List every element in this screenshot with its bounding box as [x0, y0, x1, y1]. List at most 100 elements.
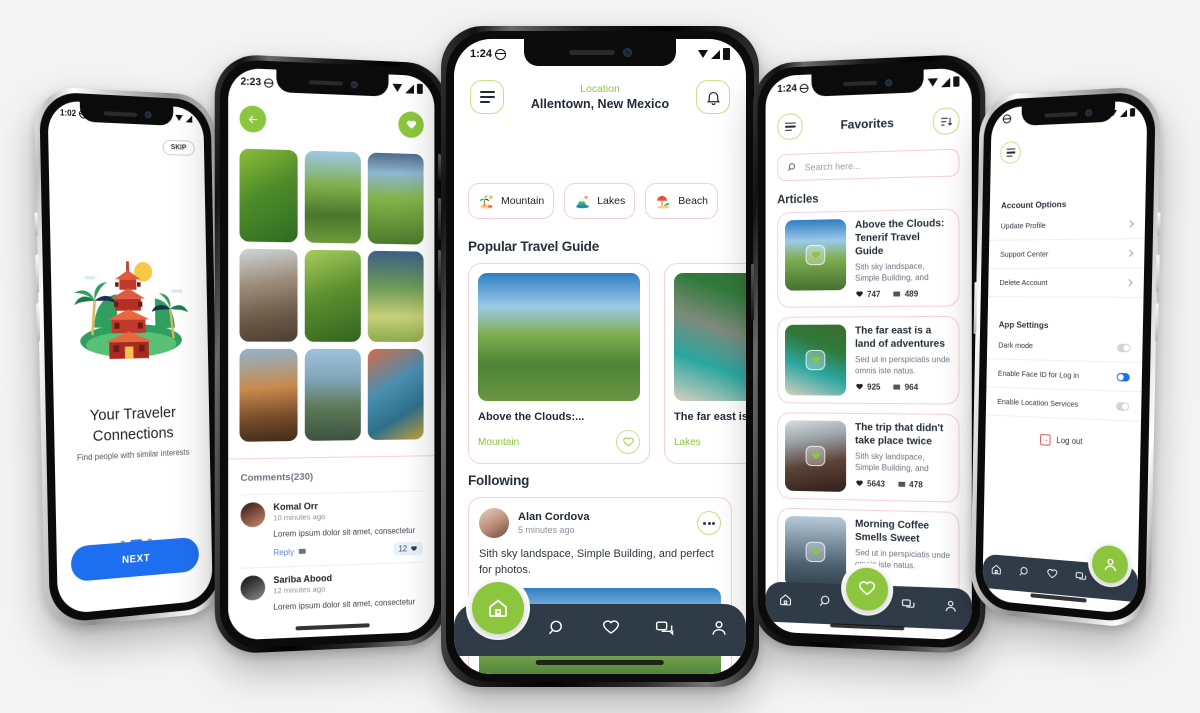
pagoda-palm-island-illustration	[50, 226, 208, 384]
nav-profile-button[interactable]	[943, 598, 958, 619]
menu-button[interactable]	[470, 80, 504, 114]
gallery-item[interactable]	[368, 250, 424, 342]
chip-mountain[interactable]: Mountain	[468, 183, 555, 219]
sort-icon	[939, 114, 952, 128]
phone1-mute-button[interactable]	[34, 212, 38, 236]
gallery-item[interactable]	[304, 348, 362, 441]
signal-icon	[711, 49, 720, 59]
article-card[interactable]: Above the Clouds: Tenerif Travel Guide S…	[777, 208, 960, 308]
category-chips[interactable]: Mountain Lakes Beach	[468, 183, 746, 219]
favorites-fab-button[interactable]	[846, 567, 889, 612]
phone1-screen: 1:02 SKIP Your Traveler Connections Find…	[47, 100, 213, 615]
article-card[interactable]: The trip that didn't take place twice Si…	[777, 412, 960, 503]
article-card[interactable]: The far east is a land of adventures Sed…	[777, 315, 960, 405]
phone4-power-button[interactable]	[751, 263, 754, 321]
comments-header-label: Comments	[240, 471, 291, 485]
favorite-badge[interactable]	[805, 445, 826, 467]
chat-icon	[901, 597, 916, 613]
nav-home-button[interactable]	[778, 592, 793, 613]
settings-row-dark-mode[interactable]: Dark mode	[986, 331, 1143, 364]
nav-search-button[interactable]	[819, 593, 834, 614]
travel-guide-carousel[interactable]: Above the Clouds:... Mountain The far ea…	[468, 263, 746, 464]
nav-chat-button[interactable]	[1075, 570, 1088, 590]
nav-chat-button[interactable]	[901, 597, 916, 618]
wifi-icon	[927, 78, 938, 87]
article-description: Sith sky landspace, Simple Building, and…	[855, 261, 929, 285]
heart-icon	[811, 547, 820, 555]
settings-row-location-services[interactable]: Enable Location Services	[985, 387, 1142, 422]
chip-beach[interactable]: Beach	[645, 183, 719, 219]
post-more-button[interactable]	[697, 511, 721, 535]
front-camera-icon	[1084, 109, 1092, 117]
phone5-mute-button[interactable]	[1157, 212, 1161, 236]
gallery-item[interactable]	[368, 152, 424, 245]
phone5-volume-up-button[interactable]	[1155, 254, 1160, 293]
settings-row-delete-account[interactable]: Delete Account	[988, 268, 1145, 298]
menu-button[interactable]	[777, 113, 803, 141]
phone3-volume-up-button[interactable]	[438, 198, 441, 240]
chat-icon	[655, 620, 674, 636]
face-id-toggle[interactable]	[1116, 372, 1130, 382]
comment-count: 489	[904, 289, 919, 299]
phone3-mute-button[interactable]	[438, 154, 441, 180]
guide-card[interactable]: The far east is... Lakes	[664, 263, 746, 464]
phone5-volume-down-button[interactable]	[1154, 303, 1159, 342]
chip-label: Mountain	[501, 195, 545, 207]
favorite-button[interactable]	[398, 111, 424, 139]
phone1-bezel: 1:02 SKIP Your Traveler Connections Find…	[39, 91, 221, 624]
signal-icon	[185, 114, 193, 123]
gallery-item[interactable]	[304, 150, 362, 244]
nav-favorites-button[interactable]	[601, 618, 621, 643]
avatar[interactable]	[240, 502, 266, 528]
nav-favorites-button[interactable]	[1046, 567, 1059, 587]
avatar[interactable]	[240, 575, 266, 601]
nav-home-button[interactable]	[990, 562, 1002, 581]
favorite-badge[interactable]	[805, 349, 826, 371]
phone1-volume-up-button[interactable]	[35, 254, 40, 293]
nav-search-button[interactable]	[547, 618, 567, 643]
gallery-item[interactable]	[239, 148, 298, 243]
gallery-item[interactable]	[239, 248, 298, 342]
back-button[interactable]	[239, 105, 267, 133]
heart-icon	[622, 437, 634, 446]
gallery-item[interactable]	[368, 348, 424, 441]
sort-button[interactable]	[932, 107, 960, 135]
guide-card[interactable]: Above the Clouds:... Mountain	[468, 263, 650, 464]
nav-profile-button[interactable]	[709, 618, 729, 643]
phone3-home-indicator[interactable]	[535, 660, 665, 665]
dark-mode-toggle[interactable]	[1117, 343, 1131, 352]
gallery-item[interactable]	[239, 348, 298, 442]
photo-gallery-grid[interactable]	[239, 148, 424, 442]
gallery-item[interactable]	[304, 249, 362, 342]
comment-count: 964	[904, 382, 919, 392]
front-camera-icon	[622, 48, 632, 57]
search-field[interactable]: Search here...	[777, 148, 960, 182]
chip-lakes[interactable]: Lakes	[564, 183, 636, 219]
favorite-badge[interactable]	[805, 541, 826, 563]
onboarding-title: Your Traveler Connections	[54, 401, 210, 449]
reply-label: Reply	[273, 547, 295, 558]
comment-like-badge[interactable]: 12	[393, 541, 423, 556]
nav-search-button[interactable]	[1018, 565, 1031, 584]
menu-button[interactable]	[999, 141, 1022, 165]
settings-row-update-profile[interactable]: Update Profile	[989, 209, 1146, 241]
heart-icon	[406, 120, 416, 129]
phone-gallery-comments: 2:23 Comments(230) Komal Orr 10 minutes …	[214, 53, 449, 655]
skip-button[interactable]: SKIP	[162, 139, 195, 157]
phone3-volume-down-button[interactable]	[438, 250, 441, 292]
favorite-badge[interactable]	[805, 244, 826, 266]
settings-row-support-center[interactable]: Support Center	[988, 239, 1145, 269]
chevron-right-icon	[1126, 249, 1134, 258]
reply-button[interactable]: Reply	[273, 547, 307, 558]
palm-island-icon	[480, 194, 493, 209]
heart-icon	[856, 383, 863, 389]
phone5-power-button[interactable]	[973, 281, 978, 335]
phone1-volume-down-button[interactable]	[36, 303, 41, 342]
home-fab-button[interactable]	[472, 582, 524, 634]
logout-button[interactable]: → Log out	[985, 432, 1140, 451]
notifications-button[interactable]	[696, 80, 730, 114]
nav-chat-button[interactable]	[655, 618, 675, 643]
location-services-toggle[interactable]	[1116, 401, 1130, 411]
avatar[interactable]	[479, 508, 509, 538]
guide-favorite-button[interactable]	[616, 430, 640, 454]
